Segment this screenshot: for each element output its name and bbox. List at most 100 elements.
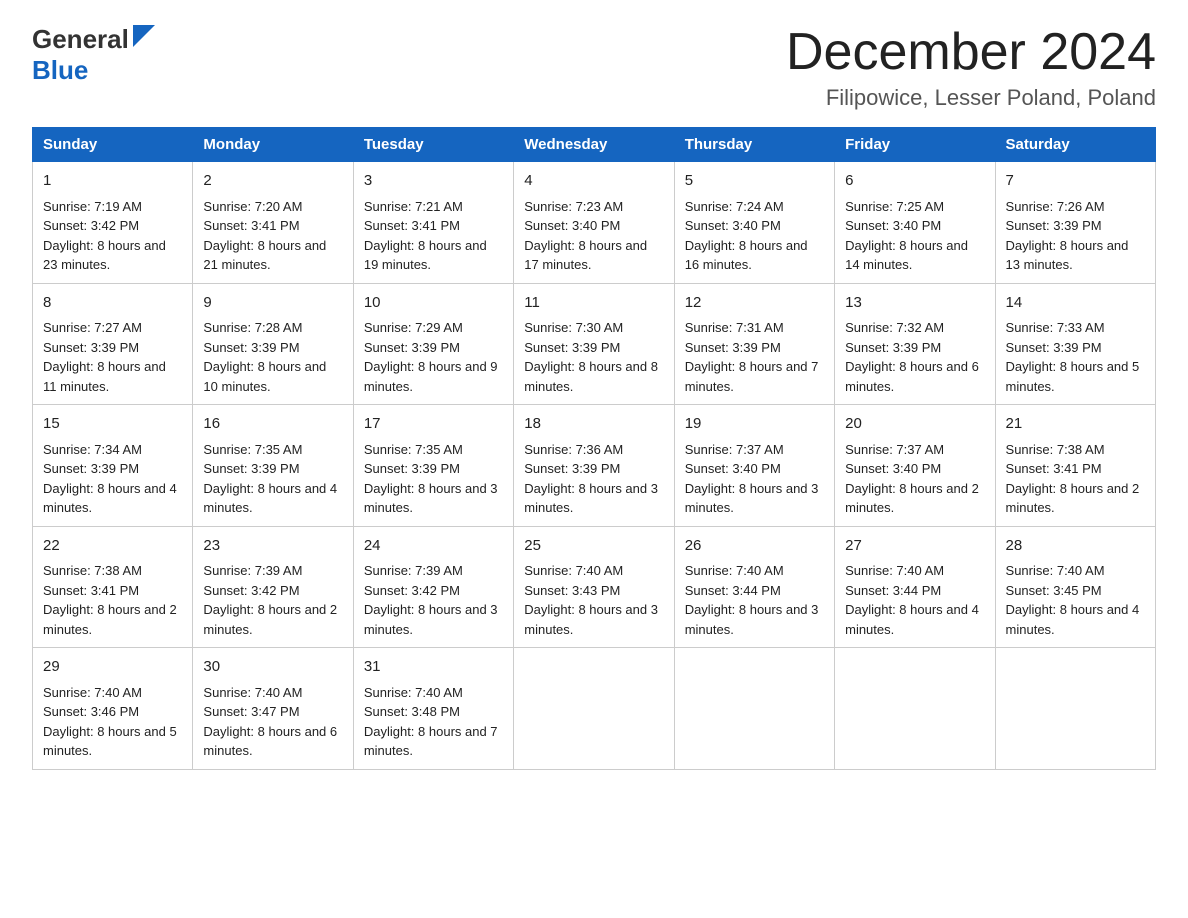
col-saturday: Saturday [995, 128, 1155, 162]
logo-blue-text: Blue [32, 55, 88, 85]
col-friday: Friday [835, 128, 995, 162]
day-info: Sunrise: 7:40 AMSunset: 3:43 PMDaylight:… [524, 563, 658, 637]
day-number: 12 [685, 292, 824, 315]
title-block: December 2024 Filipowice, Lesser Poland,… [786, 24, 1156, 111]
day-info: Sunrise: 7:37 AMSunset: 3:40 PMDaylight:… [845, 442, 979, 516]
day-info: Sunrise: 7:40 AMSunset: 3:45 PMDaylight:… [1006, 563, 1140, 637]
day-info: Sunrise: 7:39 AMSunset: 3:42 PMDaylight:… [364, 563, 498, 637]
calendar-header-row: Sunday Monday Tuesday Wednesday Thursday… [33, 128, 1156, 162]
col-sunday: Sunday [33, 128, 193, 162]
col-wednesday: Wednesday [514, 128, 674, 162]
calendar-table: Sunday Monday Tuesday Wednesday Thursday… [32, 127, 1156, 770]
day-number: 11 [524, 292, 663, 315]
week-row-3: 15Sunrise: 7:34 AMSunset: 3:39 PMDayligh… [33, 405, 1156, 527]
calendar-cell: 16Sunrise: 7:35 AMSunset: 3:39 PMDayligh… [193, 405, 353, 527]
calendar-cell: 22 Sunrise: 7:38 AMSunset: 3:41 PMDayligh… [33, 526, 193, 648]
day-info: Sunrise: 7:38 AMSunset: 3:41 PMDaylight:… [1006, 442, 1140, 516]
day-info: Sunrise: 7:40 AMSunset: 3:48 PMDaylight:… [364, 685, 498, 759]
calendar-cell: 2 Sunrise: 7:20 AMSunset: 3:41 PMDaylight… [193, 162, 353, 284]
day-info: Sunrise: 7:35 AMSunset: 3:39 PMDaylight:… [364, 442, 498, 516]
day-info: Sunrise: 7:19 AMSunset: 3:42 PMDaylight:… [43, 199, 166, 273]
day-number: 23 [203, 535, 342, 558]
col-thursday: Thursday [674, 128, 834, 162]
main-title: December 2024 [786, 24, 1156, 81]
subtitle: Filipowice, Lesser Poland, Poland [786, 85, 1156, 111]
day-number: 14 [1006, 292, 1145, 315]
calendar-cell: 28 Sunrise: 7:40 AMSunset: 3:45 PMDayligh… [995, 526, 1155, 648]
day-number: 1 [43, 170, 182, 193]
day-info: Sunrise: 7:21 AMSunset: 3:41 PMDaylight:… [364, 199, 487, 273]
day-number: 7 [1006, 170, 1145, 193]
day-info: Sunrise: 7:29 AMSunset: 3:39 PMDaylight:… [364, 320, 498, 394]
calendar-cell: 20 Sunrise: 7:37 AMSunset: 3:40 PMDayligh… [835, 405, 995, 527]
calendar-cell: 17 Sunrise: 7:35 AMSunset: 3:39 PMDayligh… [353, 405, 513, 527]
calendar-cell: 9 Sunrise: 7:28 AMSunset: 3:39 PMDaylight… [193, 283, 353, 405]
day-info: Sunrise: 7:31 AMSunset: 3:39 PMDaylight:… [685, 320, 819, 394]
day-info: Sunrise: 7:40 AMSunset: 3:44 PMDaylight:… [685, 563, 819, 637]
day-number: 29 [43, 656, 182, 679]
calendar-cell: 6 Sunrise: 7:25 AMSunset: 3:40 PMDaylight… [835, 162, 995, 284]
day-info: Sunrise: 7:26 AMSunset: 3:39 PMDaylight:… [1006, 199, 1129, 273]
day-number: 5 [685, 170, 824, 193]
calendar-cell: 14Sunrise: 7:33 AMSunset: 3:39 PMDayligh… [995, 283, 1155, 405]
day-info: Sunrise: 7:30 AMSunset: 3:39 PMDaylight:… [524, 320, 658, 394]
calendar-cell: 5 Sunrise: 7:24 AMSunset: 3:40 PMDaylight… [674, 162, 834, 284]
day-number: 8 [43, 292, 182, 315]
day-number: 4 [524, 170, 663, 193]
week-row-2: 8 Sunrise: 7:27 AMSunset: 3:39 PMDaylight… [33, 283, 1156, 405]
calendar-cell: 29 Sunrise: 7:40 AMSunset: 3:46 PMDayligh… [33, 648, 193, 770]
day-info: Sunrise: 7:40 AMSunset: 3:46 PMDaylight:… [43, 685, 177, 759]
calendar-cell: 3Sunrise: 7:21 AMSunset: 3:41 PMDaylight… [353, 162, 513, 284]
calendar-cell [835, 648, 995, 770]
day-info: Sunrise: 7:32 AMSunset: 3:39 PMDaylight:… [845, 320, 979, 394]
day-info: Sunrise: 7:40 AMSunset: 3:47 PMDaylight:… [203, 685, 337, 759]
logo: General Blue [32, 24, 155, 86]
day-number: 30 [203, 656, 342, 679]
day-info: Sunrise: 7:20 AMSunset: 3:41 PMDaylight:… [203, 199, 326, 273]
page-header: General Blue December 2024 Filipowice, L… [32, 24, 1156, 111]
day-info: Sunrise: 7:40 AMSunset: 3:44 PMDaylight:… [845, 563, 979, 637]
day-number: 22 [43, 535, 182, 558]
day-info: Sunrise: 7:23 AMSunset: 3:40 PMDaylight:… [524, 199, 647, 273]
day-number: 26 [685, 535, 824, 558]
day-number: 18 [524, 413, 663, 436]
day-number: 20 [845, 413, 984, 436]
calendar-cell: 24 Sunrise: 7:39 AMSunset: 3:42 PMDayligh… [353, 526, 513, 648]
day-info: Sunrise: 7:28 AMSunset: 3:39 PMDaylight:… [203, 320, 326, 394]
week-row-1: 1 Sunrise: 7:19 AMSunset: 3:42 PMDaylight… [33, 162, 1156, 284]
day-number: 6 [845, 170, 984, 193]
day-info: Sunrise: 7:36 AMSunset: 3:39 PMDaylight:… [524, 442, 658, 516]
week-row-4: 22 Sunrise: 7:38 AMSunset: 3:41 PMDayligh… [33, 526, 1156, 648]
day-number: 25 [524, 535, 663, 558]
day-number: 28 [1006, 535, 1145, 558]
calendar-cell: 31Sunrise: 7:40 AMSunset: 3:48 PMDayligh… [353, 648, 513, 770]
day-number: 15 [43, 413, 182, 436]
logo-general-text: General [32, 24, 129, 55]
day-info: Sunrise: 7:38 AMSunset: 3:41 PMDaylight:… [43, 563, 177, 637]
day-info: Sunrise: 7:39 AMSunset: 3:42 PMDaylight:… [203, 563, 337, 637]
col-tuesday: Tuesday [353, 128, 513, 162]
day-number: 2 [203, 170, 342, 193]
calendar-cell [514, 648, 674, 770]
calendar-cell: 19Sunrise: 7:37 AMSunset: 3:40 PMDayligh… [674, 405, 834, 527]
day-info: Sunrise: 7:27 AMSunset: 3:39 PMDaylight:… [43, 320, 166, 394]
calendar-cell: 30 Sunrise: 7:40 AMSunset: 3:47 PMDayligh… [193, 648, 353, 770]
calendar-cell [995, 648, 1155, 770]
day-number: 13 [845, 292, 984, 315]
day-info: Sunrise: 7:25 AMSunset: 3:40 PMDaylight:… [845, 199, 968, 273]
day-info: Sunrise: 7:35 AMSunset: 3:39 PMDaylight:… [203, 442, 337, 516]
calendar-cell: 7 Sunrise: 7:26 AMSunset: 3:39 PMDaylight… [995, 162, 1155, 284]
calendar-cell: 13 Sunrise: 7:32 AMSunset: 3:39 PMDayligh… [835, 283, 995, 405]
calendar-cell: 4 Sunrise: 7:23 AMSunset: 3:40 PMDaylight… [514, 162, 674, 284]
calendar-cell: 26 Sunrise: 7:40 AMSunset: 3:44 PMDayligh… [674, 526, 834, 648]
calendar-cell: 1 Sunrise: 7:19 AMSunset: 3:42 PMDaylight… [33, 162, 193, 284]
calendar-cell: 12 Sunrise: 7:31 AMSunset: 3:39 PMDayligh… [674, 283, 834, 405]
day-info: Sunrise: 7:24 AMSunset: 3:40 PMDaylight:… [685, 199, 808, 273]
day-number: 17 [364, 413, 503, 436]
day-number: 10 [364, 292, 503, 315]
calendar-cell: 11 Sunrise: 7:30 AMSunset: 3:39 PMDayligh… [514, 283, 674, 405]
calendar-cell: 15Sunrise: 7:34 AMSunset: 3:39 PMDayligh… [33, 405, 193, 527]
day-number: 24 [364, 535, 503, 558]
day-number: 21 [1006, 413, 1145, 436]
day-number: 9 [203, 292, 342, 315]
